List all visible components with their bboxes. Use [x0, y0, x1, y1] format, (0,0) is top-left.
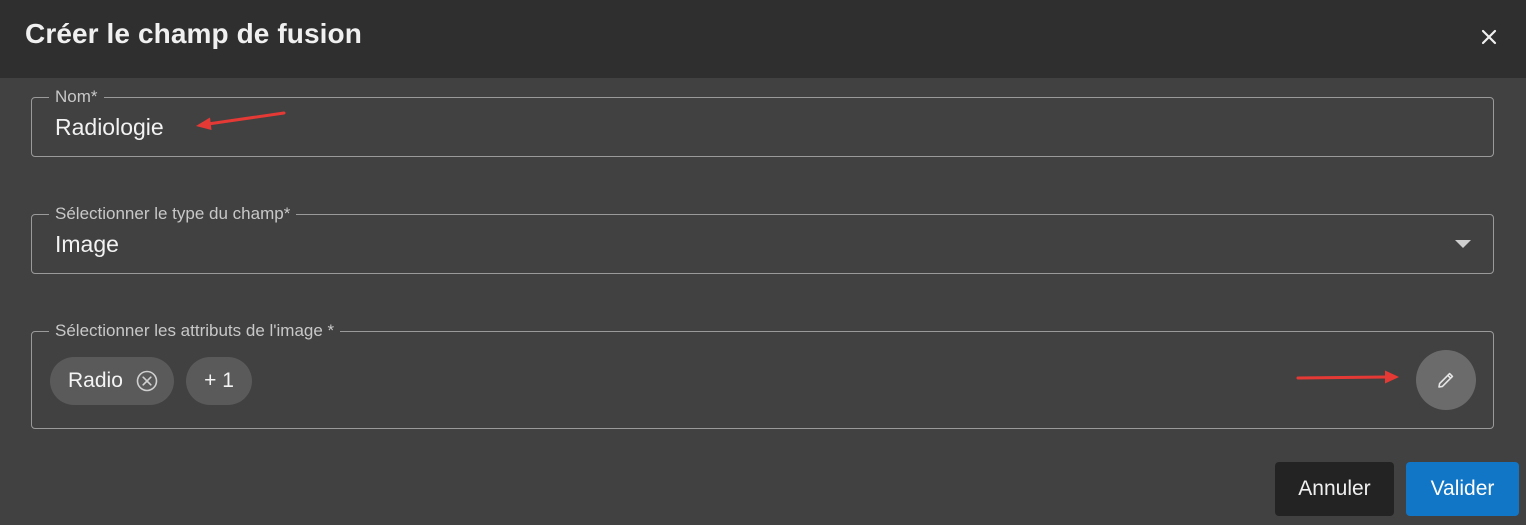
remove-circle-icon[interactable] — [136, 370, 158, 392]
dialog-header: Créer le champ de fusion — [0, 0, 1526, 78]
field-type-value[interactable]: Image — [55, 231, 119, 258]
image-attributes-field[interactable]: Sélectionner les attributs de l'image * … — [31, 321, 1494, 429]
submit-button-label: Valider — [1430, 477, 1495, 500]
close-icon — [1481, 29, 1497, 45]
attribute-chip-label: Radio — [68, 369, 123, 392]
attribute-chip[interactable]: Radio — [50, 357, 174, 405]
more-attributes-chip[interactable]: + 1 — [186, 357, 252, 405]
cancel-button[interactable]: Annuler — [1275, 462, 1394, 516]
close-button[interactable] — [1474, 22, 1504, 52]
dropdown-arrow-icon[interactable] — [1455, 240, 1471, 248]
submit-button[interactable]: Valider — [1406, 462, 1519, 516]
edit-attributes-button[interactable] — [1416, 350, 1476, 410]
image-attributes-label: Sélectionner les attributs de l'image * — [49, 321, 341, 341]
pencil-icon — [1438, 372, 1454, 388]
field-type-label: Sélectionner le type du champ* — [49, 204, 297, 224]
dialog-title: Créer le champ de fusion — [25, 18, 362, 49]
more-attributes-label: + 1 — [204, 369, 234, 392]
name-field[interactable]: Nom* Radiologie — [31, 87, 1494, 157]
name-field-label: Nom* — [49, 87, 104, 107]
cancel-button-label: Annuler — [1298, 477, 1371, 500]
field-type-select[interactable]: Sélectionner le type du champ* Image — [31, 204, 1494, 274]
name-field-value[interactable]: Radiologie — [55, 114, 164, 141]
